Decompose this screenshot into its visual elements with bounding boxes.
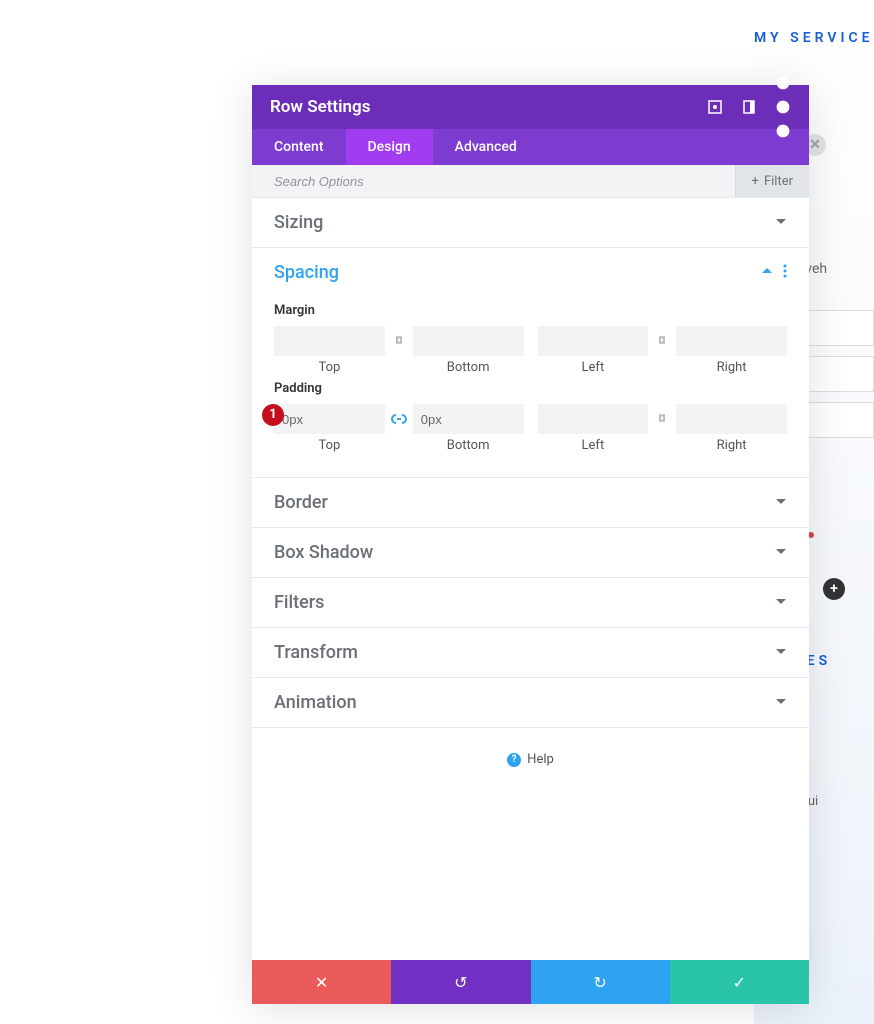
section-filters: Filters xyxy=(252,578,809,628)
section-animation: Animation xyxy=(252,678,809,728)
redo-icon: ↻ xyxy=(593,973,606,992)
panel-body: Sizing Spacing Margin xyxy=(252,198,809,960)
padding-right-label: Right xyxy=(676,438,787,453)
more-options-icon[interactable] xyxy=(775,99,791,115)
box-shadow-title: Box Shadow xyxy=(274,542,373,563)
padding-lr-link-icon[interactable] xyxy=(648,413,676,425)
search-input[interactable] xyxy=(252,165,735,197)
row-settings-modal: Row Settings Content Design Advanced + F… xyxy=(252,85,809,1004)
spacing-header[interactable]: Spacing xyxy=(252,248,809,297)
border-header[interactable]: Border xyxy=(252,478,809,527)
margin-label: Margin xyxy=(274,303,787,318)
cancel-button[interactable]: ✕ xyxy=(252,960,391,1004)
margin-left-input[interactable] xyxy=(538,326,649,356)
padding-top-label: Top xyxy=(274,438,385,453)
transform-header[interactable]: Transform xyxy=(252,628,809,677)
sizing-title: Sizing xyxy=(274,212,323,233)
border-title: Border xyxy=(274,492,328,513)
padding-left-label: Left xyxy=(538,438,649,453)
tab-design[interactable]: Design xyxy=(346,129,433,165)
tab-advanced[interactable]: Advanced xyxy=(433,129,539,165)
margin-lr-link-icon[interactable] xyxy=(648,335,676,347)
filter-button[interactable]: + Filter xyxy=(735,165,809,197)
animation-title: Animation xyxy=(274,692,357,713)
margin-top-input[interactable] xyxy=(274,326,385,356)
spacing-more-icon[interactable] xyxy=(783,264,787,282)
sizing-header[interactable]: Sizing xyxy=(252,198,809,247)
filter-label: Filter xyxy=(764,174,793,189)
help-icon: ? xyxy=(507,753,521,767)
animation-header[interactable]: Animation xyxy=(252,678,809,727)
filters-title: Filters xyxy=(274,592,324,613)
section-sizing: Sizing xyxy=(252,198,809,248)
check-icon: ✓ xyxy=(733,973,746,992)
undo-button[interactable]: ↺ xyxy=(391,960,530,1004)
margin-tb-link-icon[interactable] xyxy=(385,335,413,347)
tab-content[interactable]: Content xyxy=(252,129,346,165)
modal-title: Row Settings xyxy=(270,97,370,117)
my-service-label: MY SERVICE xyxy=(754,30,874,46)
plus-icon: + xyxy=(752,174,759,189)
section-transform: Transform xyxy=(252,628,809,678)
modal-header: Row Settings xyxy=(252,85,809,129)
section-box-shadow: Box Shadow xyxy=(252,528,809,578)
close-icon: ✕ xyxy=(315,973,328,992)
chevron-up-icon xyxy=(761,265,773,281)
section-spacing: Spacing Margin Top xyxy=(252,248,809,478)
help-link[interactable]: ? Help xyxy=(252,728,809,791)
padding-top-input[interactable] xyxy=(274,404,385,434)
padding-bottom-label: Bottom xyxy=(413,438,524,453)
padding-left-input[interactable] xyxy=(538,404,649,434)
step-marker-1: 1 xyxy=(262,404,284,426)
margin-bottom-input[interactable] xyxy=(413,326,524,356)
search-bar: + Filter xyxy=(252,165,809,198)
responsive-icon[interactable] xyxy=(741,99,757,115)
modal-tabs: Content Design Advanced xyxy=(252,129,809,165)
modal-footer: ✕ ↺ ↻ ✓ xyxy=(252,960,809,1004)
padding-right-input[interactable] xyxy=(676,404,787,434)
save-button[interactable]: ✓ xyxy=(670,960,809,1004)
undo-icon: ↺ xyxy=(454,973,467,992)
transform-title: Transform xyxy=(274,642,358,663)
expand-icon[interactable] xyxy=(707,99,723,115)
redo-button[interactable]: ↻ xyxy=(531,960,670,1004)
spacing-content: Margin Top Bottom Left xyxy=(252,303,809,477)
spacing-title: Spacing xyxy=(274,262,339,283)
margin-right-label: Right xyxy=(676,360,787,375)
margin-bottom-label: Bottom xyxy=(413,360,524,375)
section-border: Border xyxy=(252,478,809,528)
margin-top-label: Top xyxy=(274,360,385,375)
padding-tb-link-icon[interactable] xyxy=(385,413,413,425)
filters-header[interactable]: Filters xyxy=(252,578,809,627)
margin-left-label: Left xyxy=(538,360,649,375)
box-shadow-header[interactable]: Box Shadow xyxy=(252,528,809,577)
add-section-button[interactable]: + xyxy=(823,578,845,600)
padding-label: Padding xyxy=(274,381,787,396)
padding-bottom-input[interactable] xyxy=(413,404,524,434)
help-label: Help xyxy=(527,752,554,767)
margin-right-input[interactable] xyxy=(676,326,787,356)
